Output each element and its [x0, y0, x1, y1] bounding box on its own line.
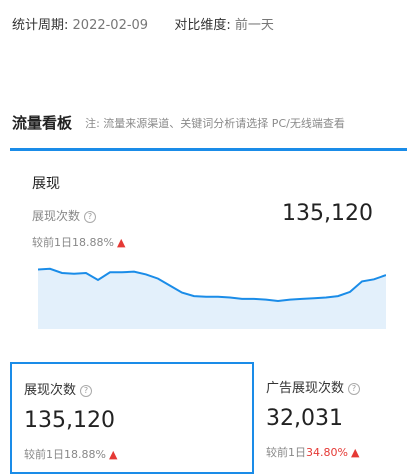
- card-impressions[interactable]: 展现次数? 135,120 较前1日18.88% ▲: [10, 362, 254, 474]
- card-value: 32,031: [266, 406, 343, 431]
- card-compare: 较前1日18.88% ▲: [24, 446, 117, 462]
- compare-value[interactable]: 前一天: [235, 18, 274, 33]
- help-icon[interactable]: ?: [84, 210, 97, 223]
- card-compare: 较前1日34.80% ▲: [266, 444, 359, 460]
- chart-metric-label-wrap: 展现次数?: [32, 207, 97, 224]
- help-icon[interactable]: ?: [348, 382, 361, 395]
- chart-compare-wrap: 较前1日18.88% ▲: [32, 234, 125, 250]
- section-header: 流量看板 注: 流量来源渠道、关键词分析请选择 PC/无线端查看: [12, 112, 345, 133]
- stat-filter-row: 统计周期: 2022-02-09 对比维度: 前一天: [12, 14, 274, 33]
- section-note: 注: 流量来源渠道、关键词分析请选择 PC/无线端查看: [85, 116, 345, 130]
- card-compare-pct: 18.88%: [64, 448, 106, 461]
- period-label: 统计周期:: [12, 18, 69, 33]
- compare-label: 对比维度:: [174, 18, 231, 33]
- card-compare-prefix: 较前1日: [266, 446, 306, 459]
- period-value[interactable]: 2022-02-09: [73, 18, 149, 33]
- chart-compare-text: 较前1日18.88%: [32, 236, 114, 249]
- impressions-chart-card: 展现 展现次数? 135,120 较前1日18.88% ▲: [10, 151, 407, 356]
- card-label: 展现次数: [24, 383, 77, 398]
- help-icon[interactable]: ?: [80, 384, 93, 397]
- arrow-up-icon: ▲: [350, 446, 360, 459]
- trend-chart: [38, 267, 386, 329]
- trend-area: [38, 268, 386, 329]
- card-ad-impressions-label-wrap: 广告展现次数?: [266, 377, 361, 396]
- card-label: 广告展现次数: [266, 381, 345, 396]
- card-impressions-label-wrap: 展现次数?: [24, 379, 93, 398]
- card-compare-prefix: 较前1日: [24, 448, 64, 461]
- arrow-up-icon: ▲: [116, 236, 126, 249]
- chart-card-title: 展现: [32, 176, 60, 192]
- chart-metric-label: 展现次数: [32, 209, 81, 223]
- card-compare-pct: 34.80%: [306, 446, 348, 459]
- section-title: 流量看板: [12, 114, 73, 132]
- chart-metric-value: 135,120: [282, 201, 373, 226]
- card-value: 135,120: [24, 408, 115, 433]
- card-ad-impressions[interactable]: 广告展现次数? 32,031 较前1日34.80% ▲: [254, 362, 407, 474]
- arrow-up-icon: ▲: [108, 448, 118, 461]
